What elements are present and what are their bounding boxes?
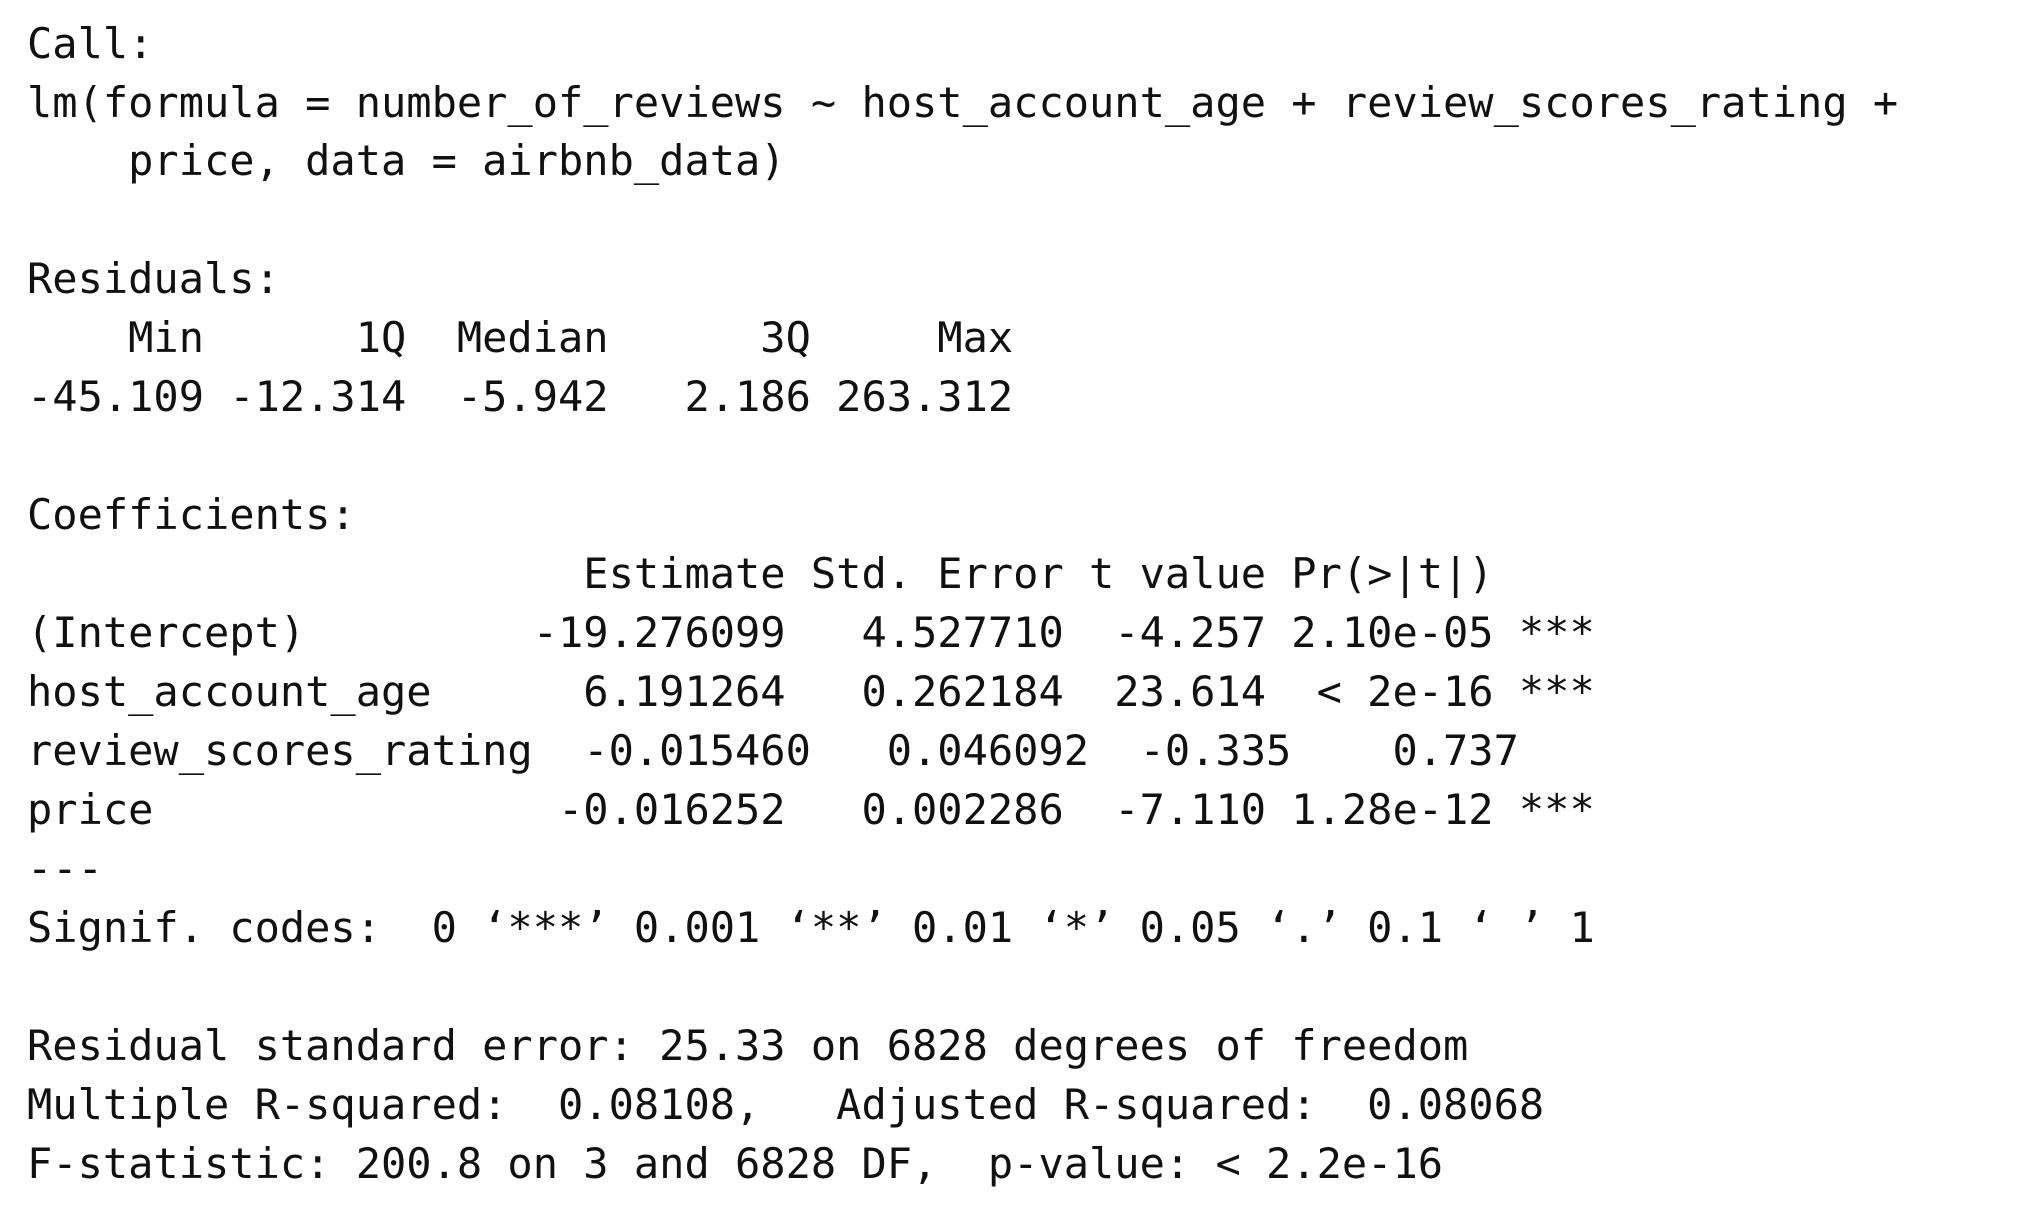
coefficient-row-host-account-age: host_account_age 6.191264 0.262184 23.61… — [27, 667, 1595, 716]
coefficient-row-price: price -0.016252 0.002286 -7.110 1.28e-12… — [27, 785, 1595, 834]
f-statistic-line: F-statistic: 200.8 on 3 and 6828 DF, p-v… — [27, 1139, 1444, 1188]
residuals-label: Residuals: — [27, 254, 280, 303]
coefficient-row-review-scores-rating: review_scores_rating -0.015460 0.046092 … — [27, 726, 1621, 775]
coefficient-row-intercept: (Intercept) -19.276099 4.527710 -4.257 2… — [27, 608, 1595, 657]
call-formula-line-2: price, data = airbnb_data) — [27, 136, 786, 185]
r-squared-line: Multiple R-squared: 0.08108, Adjusted R-… — [27, 1080, 1570, 1129]
separator: --- — [27, 844, 103, 893]
call-formula-line-1: lm(formula = number_of_reviews ~ host_ac… — [27, 78, 1899, 127]
residuals-values: -45.109 -12.314 -5.942 2.186 263.312 — [27, 372, 1039, 421]
residual-standard-error: Residual standard error: 25.33 on 6828 d… — [27, 1021, 1469, 1070]
call-label: Call: — [27, 19, 154, 68]
signif-codes: Signif. codes: 0 ‘***’ 0.001 ‘**’ 0.01 ‘… — [27, 903, 1595, 952]
residuals-header: Min 1Q Median 3Q Max — [27, 313, 1039, 362]
r-regression-output: Call: lm(formula = number_of_reviews ~ h… — [0, 0, 2021, 1220]
coefficients-header: Estimate Std. Error t value Pr(>|t|) — [27, 549, 1595, 598]
coefficients-label: Coefficients: — [27, 490, 356, 539]
